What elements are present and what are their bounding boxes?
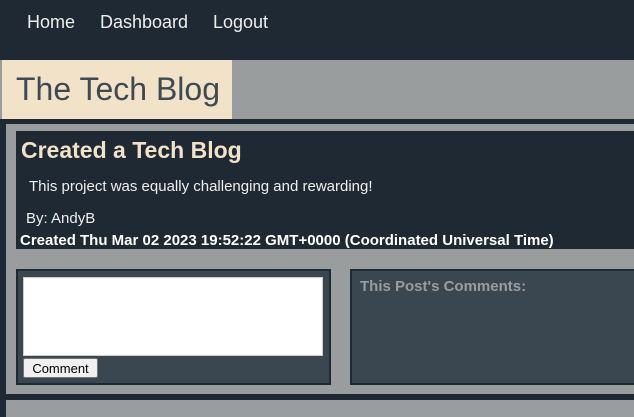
main-content: Created a Tech Blog This project was equ…: [0, 119, 634, 398]
site-title: The Tech Blog: [2, 60, 232, 119]
nav-dashboard-link[interactable]: Dashboard: [100, 12, 188, 33]
comments-section: This Post's Comments:: [350, 269, 634, 385]
comment-submit-button[interactable]: Comment: [23, 358, 98, 378]
post-body: This project was equally challenging and…: [29, 178, 373, 195]
post-title: Created a Tech Blog: [21, 137, 242, 163]
post-created-date: Created Thu Mar 02 2023 19:52:22 GMT+000…: [20, 232, 554, 249]
post-author: By: AndyB: [26, 210, 96, 227]
nav-logout-link[interactable]: Logout: [213, 12, 268, 33]
top-navbar: Home Dashboard Logout: [0, 0, 634, 60]
nav-home-link[interactable]: Home: [27, 12, 75, 33]
footer-inner-panel: [6, 400, 634, 417]
comments-heading: This Post's Comments:: [360, 278, 527, 295]
post-card: Created a Tech Blog This project was equ…: [16, 131, 634, 249]
site-header: The Tech Blog: [0, 60, 634, 119]
main-inner-panel: Created a Tech Blog This project was equ…: [6, 124, 634, 394]
comment-input[interactable]: [23, 277, 323, 356]
footer: [0, 398, 634, 417]
comment-form: Comment: [16, 269, 331, 385]
